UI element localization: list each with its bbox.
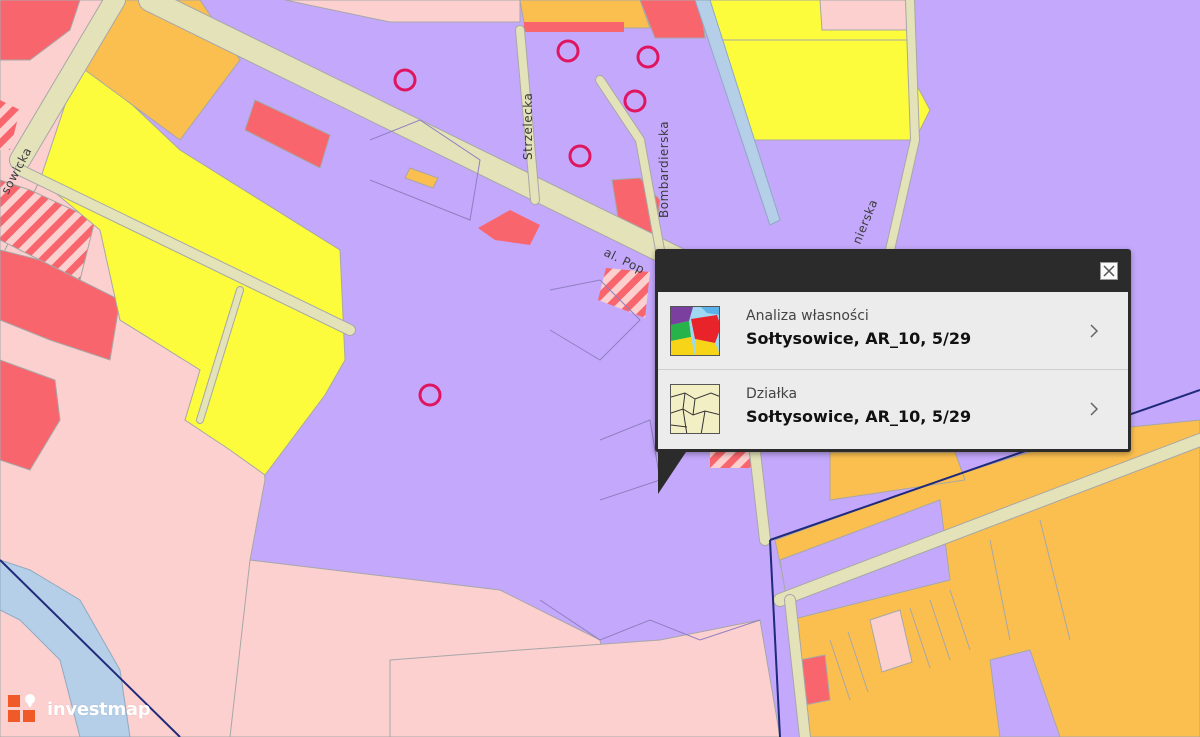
red-zone[interactable] xyxy=(524,22,624,32)
popup-item-subtitle: Działka xyxy=(746,386,798,402)
chevron-right-icon xyxy=(1090,324,1099,338)
popup-list: Analiza własności Sołtysowice, AR_10, 5/… xyxy=(658,292,1128,449)
chevron-right-icon xyxy=(1090,402,1099,416)
popup-pointer xyxy=(658,452,686,494)
popup-item-title: Sołtysowice, AR_10, 5/29 xyxy=(746,407,972,426)
investmap-logo: investmap xyxy=(8,693,151,725)
close-button[interactable] xyxy=(1100,262,1118,280)
close-icon xyxy=(1103,265,1115,277)
popup-item-ownership-analysis[interactable]: Analiza własności Sołtysowice, AR_10, 5/… xyxy=(658,292,1128,370)
residential-zone[interactable] xyxy=(819,0,913,31)
brand-name: investmap xyxy=(47,698,151,720)
popup-item-title: Sołtysowice, AR_10, 5/29 xyxy=(746,329,972,348)
popup-item-parcel[interactable]: Działka Sołtysowice, AR_10, 5/29 xyxy=(658,370,1128,449)
street-label-strzelecka: Strzelecka xyxy=(521,93,535,160)
parcel-info-popup: Analiza własności Sołtysowice, AR_10, 5/… xyxy=(655,249,1131,452)
street-label-bombardierska: Bombardierska xyxy=(657,121,671,218)
investmap-logo-icon xyxy=(8,694,35,722)
ownership-analysis-icon xyxy=(670,306,720,356)
parcel-map-icon xyxy=(670,384,720,434)
popup-item-subtitle: Analiza własności xyxy=(746,308,869,324)
